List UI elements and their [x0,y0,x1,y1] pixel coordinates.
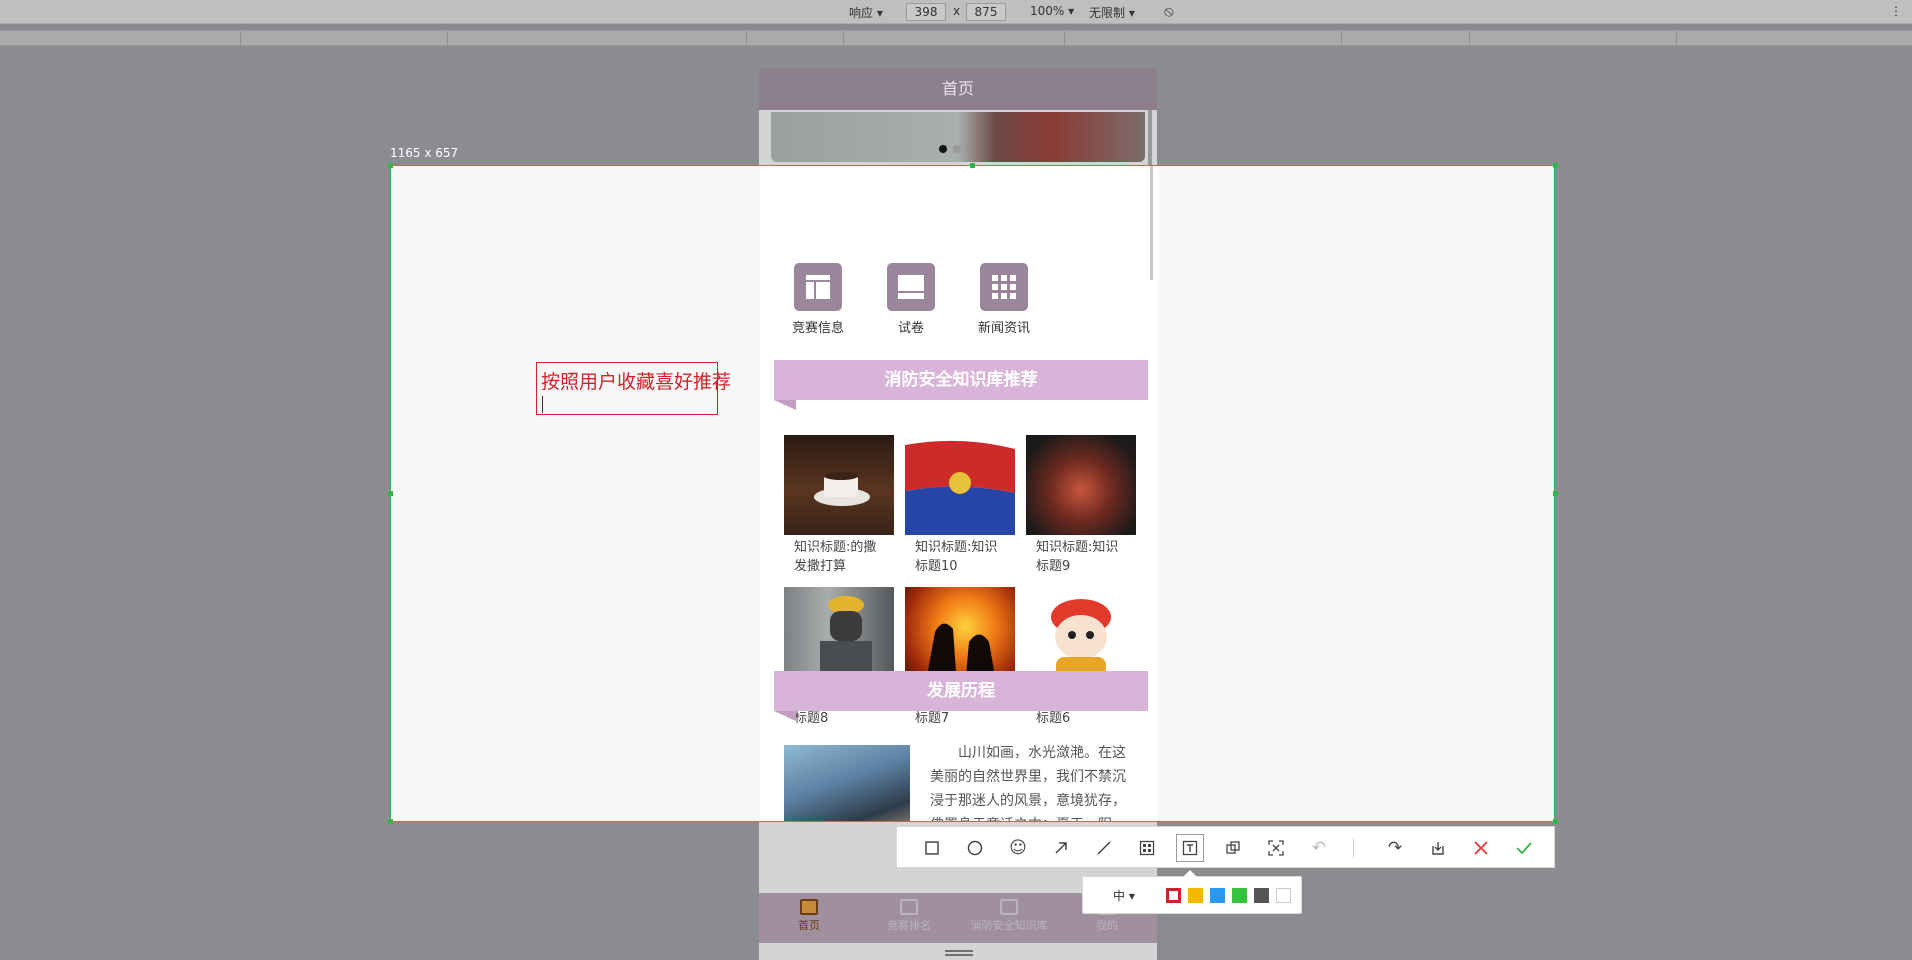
resize-handle-ne[interactable] [1553,163,1558,168]
quick-link-paper[interactable]: 试卷 [871,263,951,336]
toolbar-divider [1353,839,1354,857]
color-swatch-white[interactable] [1276,888,1291,903]
zoom-dropdown[interactable]: 100% ▾ [1030,4,1074,18]
content-scrollbar[interactable] [1150,166,1153,280]
arrow-icon[interactable] [1048,835,1074,861]
knowledge-card[interactable]: 知识标题:的撒发撒打算 [784,435,894,576]
ellipse-icon[interactable] [962,835,988,861]
color-swatch-red[interactable] [1166,888,1181,903]
cancel-icon[interactable] [1468,835,1494,861]
color-swatch-gray[interactable] [1254,888,1269,903]
history-text: 山川如画，水光潋滟。在这美丽的自然世界里，我们不禁沉浸于那迷人的风景，意境犹存，… [930,745,1126,821]
mosaic-icon[interactable] [1134,835,1160,861]
text-options-bar: 中 ▾ [1082,870,1302,914]
quick-link-news[interactable]: 新闻资讯 [964,263,1044,336]
undo-icon[interactable]: ↶ [1306,835,1332,861]
color-swatch-green[interactable] [1232,888,1247,903]
paper-icon [887,263,935,311]
resize-handle[interactable] [945,950,973,956]
selection-size-label: 1165 x 657 [390,146,459,160]
font-size-dropdown[interactable]: 中 ▾ [1113,887,1135,904]
resize-handle-n[interactable] [970,163,975,168]
share-icon[interactable]: ↷ [1382,835,1408,861]
firefighter-team-image [1026,435,1136,535]
section-header-knowledge: 消防安全知识库推荐 [774,360,1148,410]
carousel-dot[interactable] [953,145,961,153]
carousel-dot-active[interactable] [939,145,947,153]
color-swatch-yellow[interactable] [1188,888,1203,903]
resize-handle-nw[interactable] [388,163,393,168]
card-caption: 知识标题:知识标题10 [915,540,998,574]
capture-region[interactable]: 竞赛信息 试卷 新闻资讯 消防安全知识库推荐 知识标题:的撒发撒打算 知识标题:… [390,165,1555,822]
ocr-icon[interactable] [1263,835,1289,861]
text-icon[interactable] [1176,834,1204,862]
quick-link-label: 新闻资讯 [977,321,1030,336]
tab-ranking[interactable]: 竞赛排名 [859,899,959,933]
responsive-dropdown[interactable]: 响应 ▾ [849,4,883,21]
page-content: 竞赛信息 试卷 新闻资讯 消防安全知识库推荐 知识标题:的撒发撒打算 知识标题:… [760,166,1158,821]
line-icon[interactable] [1091,835,1117,861]
resize-handle-se[interactable] [1553,819,1558,824]
throttle-dropdown[interactable]: 无限制 ▾ [1089,4,1135,21]
width-input[interactable]: 398 [906,3,946,21]
color-swatch-blue[interactable] [1210,888,1225,903]
confirm-icon[interactable] [1511,835,1537,861]
text-caret [542,396,543,413]
dimension-separator: x [953,4,961,18]
layout-icon [794,263,842,311]
device-toolbar: 响应 ▾ 398 x 875 100% ▾ 无限制 ▾ ⦸ ⋮ [0,0,1912,24]
quick-link-contest[interactable]: 竞赛信息 [778,263,858,336]
download-icon[interactable] [1425,835,1451,861]
emoji-icon[interactable]: ☺ [1005,835,1031,861]
grid-icon [900,899,918,915]
quick-link-label: 竞赛信息 [791,321,844,336]
rectangle-icon[interactable] [919,835,945,861]
capture-toolbar: ☺ ↶ ↷ [896,826,1555,868]
card-caption: 知识标题:知识标题9 [1036,540,1119,574]
rotate-icon[interactable]: ⦸ [1164,2,1174,20]
tab-knowledge[interactable]: 消防安全知识库 [959,899,1059,933]
more-options-icon[interactable]: ⋮ [1890,4,1902,18]
resize-handle-sw[interactable] [388,819,393,824]
page-title: 首页 [759,68,1157,110]
pin-icon[interactable] [1220,835,1246,861]
quick-link-label: 试卷 [897,321,924,336]
home-icon [800,899,818,915]
carousel-banner[interactable] [771,112,1145,162]
tab-home[interactable]: 首页 [759,899,859,933]
resize-handle-w[interactable] [388,491,393,496]
teamwork-hands-image [784,745,910,821]
card-caption: 知识标题:的撒发撒打算 [794,540,877,574]
flag-image [905,435,1015,535]
height-input[interactable]: 875 [966,3,1006,21]
text-annotation-box[interactable]: 按照用户收藏喜好推荐 [536,362,731,415]
calendar-icon [1000,899,1018,915]
coffee-image [784,435,894,535]
resize-handle-e[interactable] [1553,491,1558,496]
section-header-history: 发展历程 [774,671,1148,721]
apps-grid-icon [980,263,1028,311]
media-query-ruler [0,30,1912,46]
knowledge-card[interactable]: 知识标题:知识标题9 [1026,435,1136,576]
knowledge-card[interactable]: 知识标题:知识标题10 [905,435,1015,576]
annotation-text[interactable]: 按照用户收藏喜好推荐 [541,367,731,394]
